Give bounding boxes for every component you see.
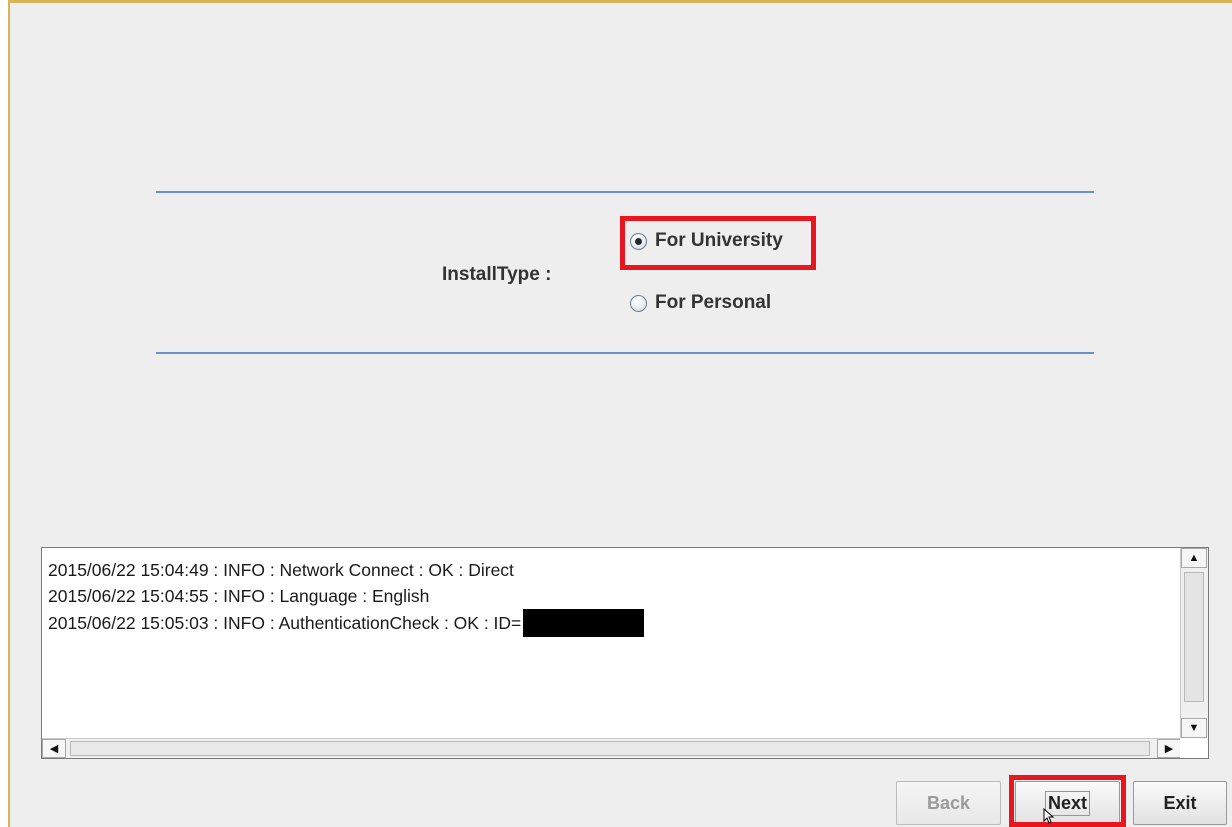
log-line: 2015/06/22 15:04:49 : INFO : Network Con… — [48, 557, 644, 583]
log-line-text: 2015/06/22 15:04:55 : INFO : Language : … — [48, 586, 430, 606]
separator-top — [156, 191, 1094, 193]
exit-button-label: Exit — [1163, 792, 1197, 813]
scrollbar-corner — [1180, 738, 1208, 758]
log-panel[interactable]: 2015/06/22 15:04:49 : INFO : Network Con… — [41, 547, 1209, 759]
separator-bottom — [156, 352, 1094, 354]
log-line-text: 2015/06/22 15:05:03 : INFO : Authenticat… — [48, 613, 522, 633]
scroll-down-arrow-icon[interactable]: ▼ — [1181, 718, 1207, 738]
log-line: 2015/06/22 15:05:03 : INFO : Authenticat… — [48, 609, 645, 637]
radio-for-personal-label[interactable]: For Personal — [655, 292, 771, 314]
radio-for-university-label[interactable]: For University — [655, 230, 783, 252]
scroll-right-arrow-icon[interactable]: ▶ — [1157, 739, 1181, 758]
back-button-label: Back — [926, 792, 971, 813]
window-left-border — [8, 0, 10, 827]
vertical-scroll-thumb[interactable] — [1184, 572, 1204, 702]
back-button[interactable]: Back — [896, 781, 1001, 825]
log-line: 2015/06/22 15:04:55 : INFO : Language : … — [48, 583, 644, 609]
radio-unselected-icon[interactable] — [630, 294, 647, 312]
horizontal-scroll-thumb[interactable] — [70, 741, 1150, 756]
horizontal-scrollbar[interactable]: ◀ ▶ — [42, 738, 1181, 758]
scroll-up-arrow-icon[interactable]: ▲ — [1181, 548, 1207, 568]
window-top-border — [0, 0, 1232, 3]
install-type-label: InstallType : — [442, 264, 552, 285]
redacted-id-block — [523, 609, 645, 637]
scroll-left-arrow-icon[interactable]: ◀ — [42, 739, 66, 758]
exit-button[interactable]: Exit — [1133, 781, 1227, 825]
log-line-text: 2015/06/22 15:04:49 : INFO : Network Con… — [48, 560, 514, 580]
radio-for-personal[interactable]: For Personal — [630, 292, 771, 314]
window-left-edge — [0, 0, 8, 827]
next-button[interactable]: Next — [1015, 781, 1120, 825]
vertical-scrollbar[interactable]: ▲ ▼ — [1180, 548, 1208, 738]
radio-selected-icon[interactable] — [630, 232, 647, 250]
radio-for-university[interactable]: For University — [630, 230, 783, 252]
mouse-pointer-icon — [1043, 808, 1055, 824]
log-lines: 2015/06/22 15:04:49 : INFO : Network Con… — [48, 557, 645, 637]
